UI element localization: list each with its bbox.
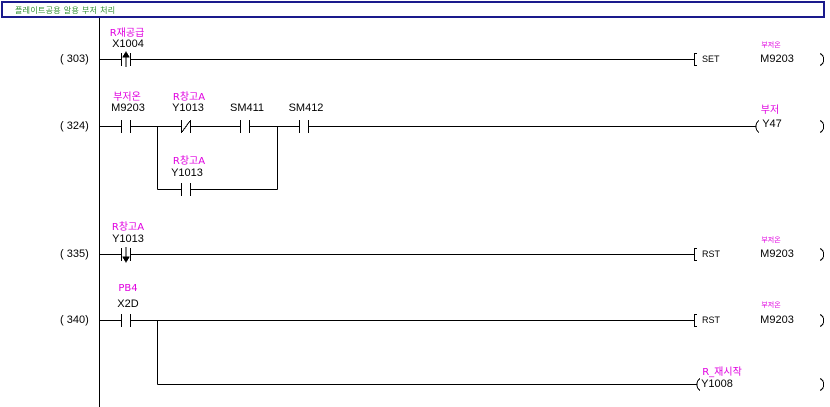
rung-step-number: ( 324) <box>60 120 89 132</box>
device-comment: R_재시작 <box>702 367 742 378</box>
output-device-label: M9203 <box>760 248 794 260</box>
output-device-label: M9203 <box>760 314 794 326</box>
device-comment: 부저온 <box>761 301 781 309</box>
output-device-label: M9203 <box>760 53 794 65</box>
device-comment: R재공급 <box>109 28 145 39</box>
contact-device-label: X1004 <box>112 38 144 50</box>
contact-device-label: Y1013 <box>172 102 204 114</box>
instruction-label: SET <box>702 54 720 64</box>
contact-device-label: SM411 <box>229 102 265 114</box>
contact-device-label: SM412 <box>288 102 324 114</box>
contact-device-label: Y1013 <box>112 233 144 245</box>
device-comment: 부저온 <box>761 236 781 244</box>
device-comment: R창고A <box>111 222 145 233</box>
contact-device-label: Y1013 <box>171 167 203 179</box>
instruction-label: RST <box>702 249 720 259</box>
device-comment: PB4 <box>118 283 138 294</box>
instruction-label: RST <box>702 315 720 325</box>
device-comment: R창고A <box>172 92 206 103</box>
contact-device-label: X2D <box>117 298 139 310</box>
coil-device-label: Y1008 <box>701 378 733 390</box>
device-comment: 부저온 <box>113 92 141 103</box>
coil-device-label: Y47 <box>762 118 782 130</box>
device-comment: 부저 <box>760 105 780 116</box>
rung-step-number: ( 340) <box>60 314 89 326</box>
device-comment: R창고A <box>172 156 206 167</box>
device-comment: 부저온 <box>761 41 781 49</box>
rung-step-number: ( 303) <box>60 53 89 65</box>
rung-324-wiring <box>100 120 825 196</box>
ladder-diagram-canvas: 플레이트공용 알용 부저 처리 (303) R재공급 X1004 SET 부저… <box>0 0 830 407</box>
rung-step-number: ( 335) <box>60 248 89 260</box>
contact-device-label: M9203 <box>111 102 145 114</box>
